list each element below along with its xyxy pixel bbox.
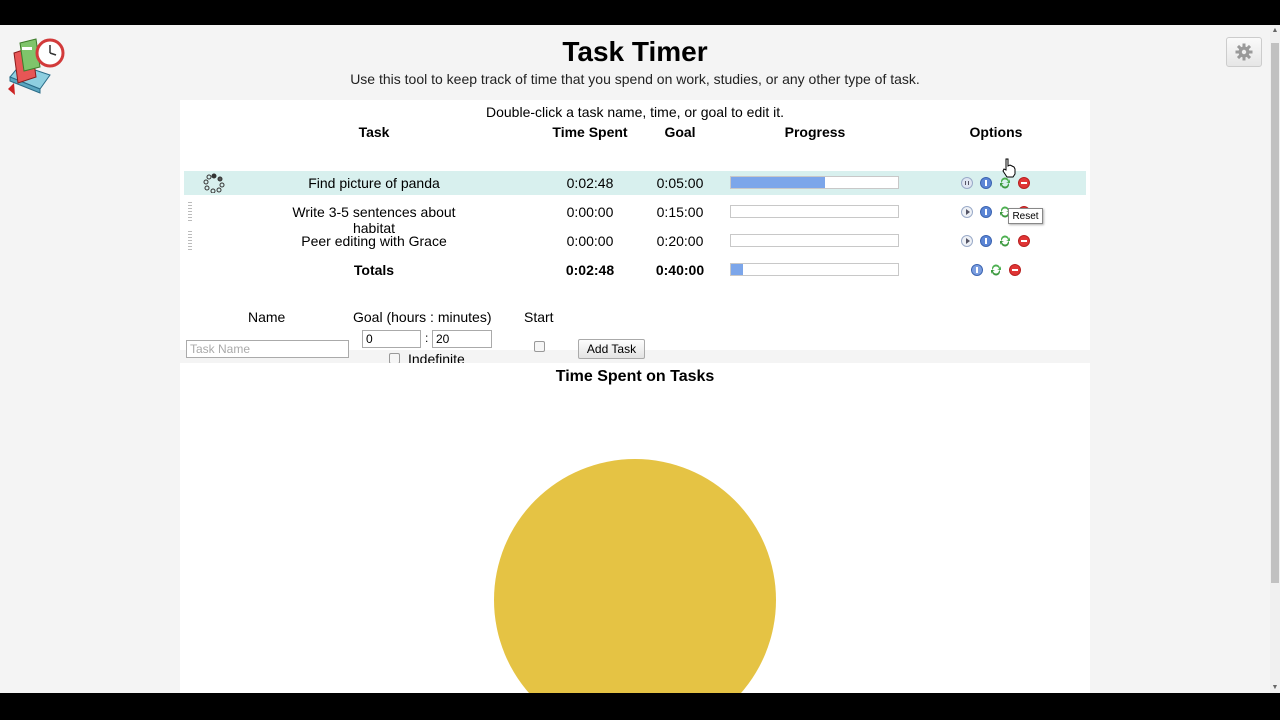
reset-all-icon[interactable] bbox=[990, 264, 1002, 276]
start-checkbox[interactable] bbox=[534, 341, 545, 352]
task-time-spent[interactable]: 0:02:48 bbox=[540, 175, 640, 191]
totals-progress-bar bbox=[730, 263, 899, 276]
task-progress-bar bbox=[730, 205, 899, 218]
add-task-button[interactable]: Add Task bbox=[578, 339, 645, 359]
reset-tooltip: Reset bbox=[1008, 208, 1043, 224]
task-panel: Double-click a task name, time, or goal … bbox=[180, 100, 1090, 367]
delete-all-icon[interactable] bbox=[1009, 264, 1021, 276]
column-header-options: Options bbox=[969, 124, 1023, 140]
task-progress-bar bbox=[730, 176, 899, 189]
task-time-spent[interactable]: 0:00:00 bbox=[540, 233, 640, 249]
play-icon[interactable] bbox=[961, 206, 973, 218]
goal-separator: : bbox=[425, 331, 429, 345]
goal-label: Goal (hours : minutes) bbox=[353, 309, 492, 325]
totals-label: Totals bbox=[353, 262, 395, 278]
vertical-scrollbar[interactable]: ▲ ▼ bbox=[1270, 25, 1280, 693]
task-name[interactable]: Find picture of panda bbox=[274, 175, 474, 191]
screen-bottom-bar bbox=[0, 693, 1280, 720]
page-subtitle: Use this tool to keep track of time that… bbox=[350, 71, 920, 87]
task-name-input[interactable] bbox=[186, 340, 349, 358]
task-goal[interactable]: 0:05:00 bbox=[640, 175, 720, 191]
column-header-task: Task bbox=[358, 124, 390, 140]
page-viewport: Task Timer Use this tool to keep track o… bbox=[0, 25, 1270, 693]
gear-icon bbox=[1235, 43, 1253, 61]
task-name[interactable]: Peer editing with Grace bbox=[274, 233, 474, 249]
hand-cursor-icon bbox=[1002, 158, 1016, 178]
pie-slice[interactable] bbox=[494, 459, 776, 693]
totals-info-icon[interactable] bbox=[971, 264, 983, 276]
reset-icon[interactable] bbox=[999, 235, 1011, 247]
drag-handle-icon[interactable] bbox=[188, 231, 192, 251]
totals-time-spent: 0:02:48 bbox=[565, 262, 615, 278]
settings-button[interactable] bbox=[1226, 37, 1262, 67]
delete-icon[interactable] bbox=[1018, 177, 1030, 189]
task-row[interactable]: Find picture of panda 0:02:48 0:05:00 bbox=[184, 171, 1086, 195]
goal-minutes-input[interactable] bbox=[432, 330, 492, 348]
play-icon[interactable] bbox=[961, 235, 973, 247]
name-label: Name bbox=[248, 309, 286, 325]
reset-icon[interactable] bbox=[999, 177, 1011, 189]
task-row[interactable]: Peer editing with Grace 0:00:00 0:20:00 bbox=[184, 229, 1086, 253]
page-title: Task Timer bbox=[562, 36, 708, 67]
column-header-goal: Goal bbox=[664, 124, 696, 140]
progress-fill bbox=[731, 177, 825, 188]
column-header-time-spent: Time Spent bbox=[552, 124, 628, 140]
task-goal[interactable]: 0:20:00 bbox=[640, 233, 720, 249]
scroll-up-icon[interactable]: ▲ bbox=[1270, 27, 1280, 34]
info-icon[interactable] bbox=[980, 206, 992, 218]
info-icon[interactable] bbox=[980, 235, 992, 247]
scrollbar-thumb[interactable] bbox=[1271, 43, 1279, 583]
info-icon[interactable] bbox=[980, 177, 992, 189]
task-progress-bar bbox=[730, 234, 899, 247]
goal-hours-input[interactable] bbox=[362, 330, 421, 348]
task-time-spent[interactable]: 0:00:00 bbox=[540, 204, 640, 220]
totals-goal: 0:40:00 bbox=[655, 262, 705, 278]
progress-fill bbox=[731, 264, 743, 275]
pie-chart bbox=[494, 459, 776, 693]
totals-row: Totals 0:02:48 0:40:00 bbox=[184, 258, 1086, 282]
edit-hint: Double-click a task name, time, or goal … bbox=[485, 104, 785, 120]
task-goal[interactable]: 0:15:00 bbox=[640, 204, 720, 220]
start-label: Start bbox=[524, 309, 554, 325]
delete-icon[interactable] bbox=[1018, 235, 1030, 247]
pause-icon[interactable] bbox=[961, 177, 973, 189]
scroll-down-icon[interactable]: ▼ bbox=[1270, 684, 1280, 691]
task-row[interactable]: Write 3-5 sentences about habitat 0:00:0… bbox=[184, 200, 1086, 236]
column-header-progress: Progress bbox=[784, 124, 846, 140]
running-spinner-icon bbox=[203, 173, 225, 193]
chart-panel: Time Spent on Tasks bbox=[180, 363, 1090, 693]
drag-handle-icon[interactable] bbox=[188, 202, 192, 222]
